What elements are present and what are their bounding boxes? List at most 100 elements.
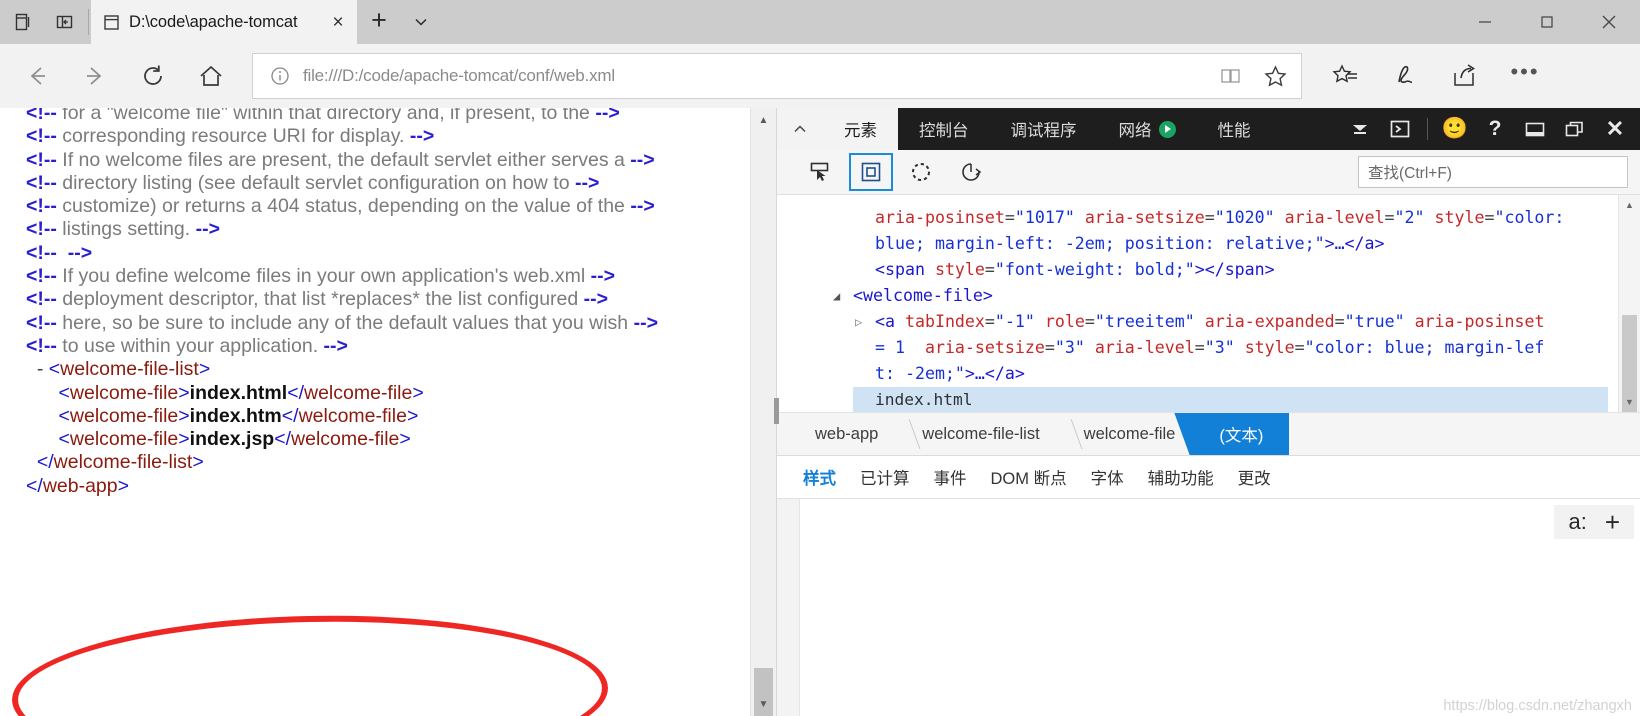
console-drawer-icon[interactable] [1381,108,1419,150]
style-sub-tab-5[interactable]: 辅助功能 [1136,465,1226,489]
dom-tree-line[interactable]: ▷ <a tabIndex="-1" role="treeitem" aria-e… [853,309,1608,335]
forward-arrow-icon[interactable] [66,48,124,104]
actions-divider [1427,118,1428,140]
panel-split-handle[interactable] [774,398,779,424]
dom-punct: = [984,312,995,331]
dom-punct: = [1084,312,1095,331]
tab-close-icon[interactable]: × [325,9,351,35]
style-sub-tab-6[interactable]: 更改 [1226,465,1283,489]
style-sub-tab-4[interactable]: 字体 [1079,465,1136,489]
tab-title: D:\code\apache-tomcat [129,12,298,31]
browser-tab[interactable]: D:\code\apache-tomcat × [91,0,357,44]
twisty-expanded-icon[interactable]: ◢ [833,283,840,309]
pen-icon[interactable] [1378,50,1432,102]
scroll-down-arrow-icon[interactable]: ▼ [751,692,776,716]
dom-aval: blue; margin-left: -2em; position: relat… [875,234,1325,253]
dom-tree-line[interactable]: blue; margin-left: -2em; position: relat… [853,231,1608,257]
dom-aval: "color: [1494,208,1565,227]
dom-tree-scrollbar[interactable]: ▲ ▼ [1618,195,1640,412]
dom-tag: >…</a> [1324,234,1385,253]
devtools-tab-2[interactable]: 调试程序 [990,108,1098,150]
address-bar[interactable]: file:///D:/code/apache-tomcat/conf/web.x… [252,53,1302,99]
dom-tree-line[interactable]: aria-posinset="1017" aria-setsize="1020"… [853,205,1608,231]
page-scrollbar[interactable]: ▲ ▼ [750,108,776,716]
star-list-icon[interactable] [1318,50,1372,102]
dom-aval: "3" [1204,338,1245,357]
devtools-tab-3[interactable]: 网络 [1098,108,1197,150]
devtools-tab-label: 元素 [844,122,877,140]
home-icon[interactable] [182,48,240,104]
dom-tree-line[interactable]: = 1 aria-setsize="3" aria-level="3" styl… [853,335,1608,361]
dom-aval: "font-weight: bold;" [994,260,1195,279]
dom-attr: aria-posinset [1414,312,1545,331]
breadcrumb-label: web-app [815,424,879,443]
pseudo-state-button[interactable]: a: [1568,511,1586,533]
devtools-tab-4[interactable]: 性能 [1197,108,1272,150]
help-icon[interactable]: ? [1476,108,1514,150]
back-arrow-icon[interactable] [8,48,66,104]
styles-body: a: + https://blog.csdn.net/zhangxh [800,499,1640,716]
search-input[interactable]: 查找(Ctrl+F) [1358,156,1628,188]
element-picker-icon[interactable] [799,153,843,191]
dom-tree[interactable]: aria-posinset="1017" aria-setsize="1020"… [777,195,1618,412]
refresh-icon[interactable] [124,48,182,104]
tab-list-chevron-down-icon[interactable] [401,0,441,44]
dom-aval: "true" [1344,312,1415,331]
close-button[interactable] [1578,0,1640,44]
style-sub-tab-0[interactable]: 样式 [791,465,848,489]
breadcrumb-item-3[interactable]: (文本) [1195,413,1290,455]
maximize-button[interactable] [1516,0,1578,44]
scroll-up-arrow-icon[interactable]: ▲ [751,108,776,132]
select-element-icon[interactable] [849,153,893,191]
dom-tree-line[interactable]: t: -2em;">…</a> [853,361,1608,387]
tree-scroll-down-arrow-icon[interactable]: ▼ [1619,392,1640,412]
dom-aval: "1017" [1014,208,1085,227]
info-icon[interactable] [267,63,293,89]
chevron-up-icon[interactable] [777,108,823,150]
style-sub-tab-3[interactable]: DOM 断点 [979,465,1079,489]
dom-punct: = [1384,208,1395,227]
dom-attr: aria-level [1284,208,1385,227]
page-icon [103,14,120,31]
xml-page-viewer: <!-- for a "welcome file" within that di… [0,108,777,716]
devtools-tab-0[interactable]: 元素 [823,108,898,150]
devtools-tab-label: 性能 [1217,122,1251,140]
twisty-collapsed-icon[interactable]: ▷ [855,309,862,335]
refresh-timing-icon[interactable] [949,153,993,191]
titlebar-divider [88,9,89,35]
address-input[interactable]: file:///D:/code/apache-tomcat/conf/web.x… [293,66,1209,86]
style-sub-tab-1[interactable]: 已计算 [848,465,922,489]
new-style-rule-button[interactable]: + [1605,509,1620,535]
breadcrumb-item-1[interactable]: welcome-file-list [898,413,1059,455]
breadcrumb-item-0[interactable]: web-app [791,413,898,455]
chevron-down-icon[interactable] [1341,108,1379,150]
dom-attr: style [1434,208,1485,227]
browser-tools: ••• [1318,46,1552,106]
record-play-icon[interactable] [1158,120,1176,138]
tab-preview-icon[interactable] [10,9,36,35]
share-icon[interactable] [1438,50,1492,102]
devtools-close-icon[interactable]: ✕ [1596,108,1634,150]
minimize-button[interactable] [1454,0,1516,44]
dom-tree-line[interactable]: <span style="font-weight: bold;"></span> [853,257,1608,283]
dom-aval: "1020" [1214,208,1285,227]
new-tab-button[interactable]: + [357,0,401,44]
undock-icon[interactable] [1556,108,1594,150]
breadcrumb-item-2[interactable]: welcome-file [1060,413,1196,455]
style-sub-tab-2[interactable]: 事件 [922,465,979,489]
styles-pane: a: + https://blog.csdn.net/zhangxh [777,499,1640,716]
dom-text-node[interactable]: index.html [853,387,1608,412]
devtools-tab-1[interactable]: 控制台 [898,108,990,150]
tree-scroll-up-arrow-icon[interactable]: ▲ [1619,195,1640,215]
book-icon[interactable] [1209,55,1253,97]
dom-attr: aria-level [1094,338,1195,357]
star-icon[interactable] [1253,55,1297,97]
dock-bottom-icon[interactable] [1516,108,1554,150]
dashed-circle-icon[interactable] [899,153,943,191]
set-aside-tabs-icon[interactable] [52,9,78,35]
dom-tree-line[interactable]: ◢ <welcome-file> [833,283,1608,309]
dom-aval: "treeitem" [1094,312,1205,331]
feedback-smiley-icon[interactable]: 🙂 [1436,108,1474,150]
dom-tag: <span [875,260,935,279]
more-settings-button[interactable]: ••• [1498,46,1552,106]
